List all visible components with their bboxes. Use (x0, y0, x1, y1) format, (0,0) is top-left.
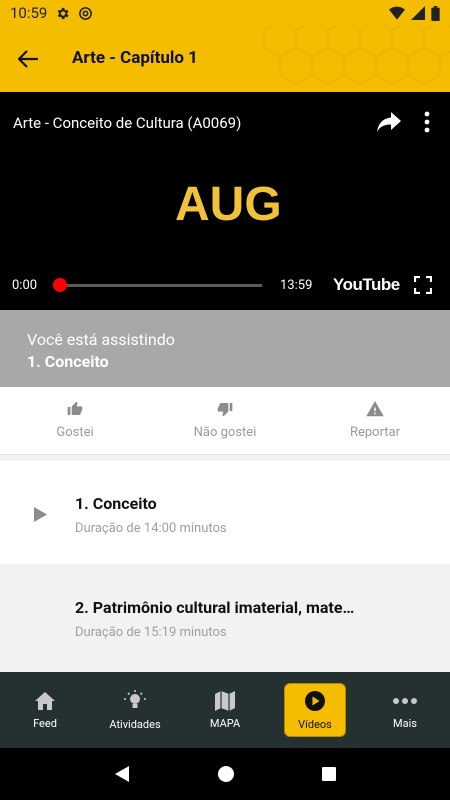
nav-item-feed[interactable]: Feed (0, 672, 90, 748)
nav-label: Mais (393, 716, 417, 730)
page-title: Arte - Capítulo 1 (72, 48, 198, 68)
lightbulb-icon (124, 689, 146, 708)
play-icon (34, 507, 47, 522)
dislike-label: Não gostei (193, 425, 257, 440)
more-vertical-icon[interactable] (420, 110, 434, 134)
list-item[interactable]: 2. Patrimônio cultural imaterial, mate… … (0, 565, 450, 668)
reaction-bar: Gostei Não gostei Reportar (0, 387, 450, 455)
nav-label: Feed (33, 716, 57, 730)
video-list: 1. Conceito Duração de 14:00 minutos 2. … (0, 455, 450, 672)
video-player[interactable]: Arte - Conceito de Cultura (A0069) AUG 0… (0, 92, 450, 310)
map-icon (215, 690, 235, 711)
app-bar: Arte - Capítulo 1 (0, 26, 450, 92)
channel-logo: AUG (175, 178, 280, 228)
bottom-navigation: Feed Atividades MAPA Vídeos Mais (0, 672, 450, 748)
video-seek-handle[interactable] (53, 278, 67, 292)
play-circle-icon (305, 690, 325, 711)
nav-item-mais[interactable]: Mais (360, 672, 450, 748)
more-dots-icon (393, 697, 417, 704)
list-item-title: 2. Patrimônio cultural imaterial, mate… (75, 598, 355, 617)
like-label: Gostei (56, 425, 94, 440)
now-watching-banner: Você está assistindo 1. Conceito (0, 310, 450, 387)
nav-label: Vídeos (298, 717, 332, 731)
youtube-logo[interactable]: YouTube (333, 275, 400, 295)
video-duration: 13:59 (280, 278, 313, 293)
nav-item-mapa[interactable]: MAPA (180, 672, 270, 748)
nav-label: MAPA (209, 716, 241, 730)
hexagon-pattern-decoration (263, 26, 450, 85)
wifi-icon (389, 6, 405, 20)
status-bar: 10:59 (0, 0, 450, 26)
thumbs-down-icon (217, 403, 233, 417)
list-item-duration: Duração de 15:19 minutos (75, 625, 227, 640)
nav-active-indicator: Vídeos (284, 683, 346, 737)
at-sign-icon (79, 6, 93, 20)
battery-icon (431, 5, 440, 21)
video-current-time: 0:00 (12, 278, 38, 293)
now-watching-title: 1. Conceito (27, 352, 109, 371)
back-button[interactable] (14, 45, 42, 73)
video-title: Arte - Conceito de Cultura (A0069) (13, 114, 242, 132)
arrow-left-icon (18, 50, 38, 68)
system-navigation-bar (0, 748, 450, 800)
report-label: Reportar (349, 425, 401, 440)
logo-text: AUG (175, 178, 280, 228)
like-button[interactable]: Gostei (0, 387, 150, 454)
thumbs-up-icon (67, 401, 83, 415)
now-watching-label: Você está assistindo (27, 330, 175, 349)
dislike-button[interactable]: Não gostei (150, 387, 300, 454)
fullscreen-icon[interactable] (414, 276, 432, 294)
signal-icon (411, 6, 425, 20)
nav-item-atividades[interactable]: Atividades (90, 672, 180, 748)
warning-icon (366, 401, 384, 417)
system-home-icon[interactable] (217, 765, 235, 783)
nav-label: Atividades (109, 717, 161, 731)
nav-item-videos[interactable]: Vídeos (270, 672, 360, 748)
settings-icon (58, 7, 69, 19)
share-icon[interactable] (376, 110, 402, 134)
system-back-icon[interactable] (113, 765, 131, 783)
list-item-duration: Duração de 14:00 minutos (75, 521, 227, 536)
home-icon (35, 691, 55, 710)
status-time: 10:59 (10, 4, 48, 22)
report-button[interactable]: Reportar (300, 387, 450, 454)
list-item[interactable]: 1. Conceito Duração de 14:00 minutos (0, 461, 450, 564)
video-progress-bar[interactable] (60, 284, 262, 287)
list-item-title: 1. Conceito (75, 494, 157, 513)
system-recents-icon[interactable] (321, 766, 337, 782)
